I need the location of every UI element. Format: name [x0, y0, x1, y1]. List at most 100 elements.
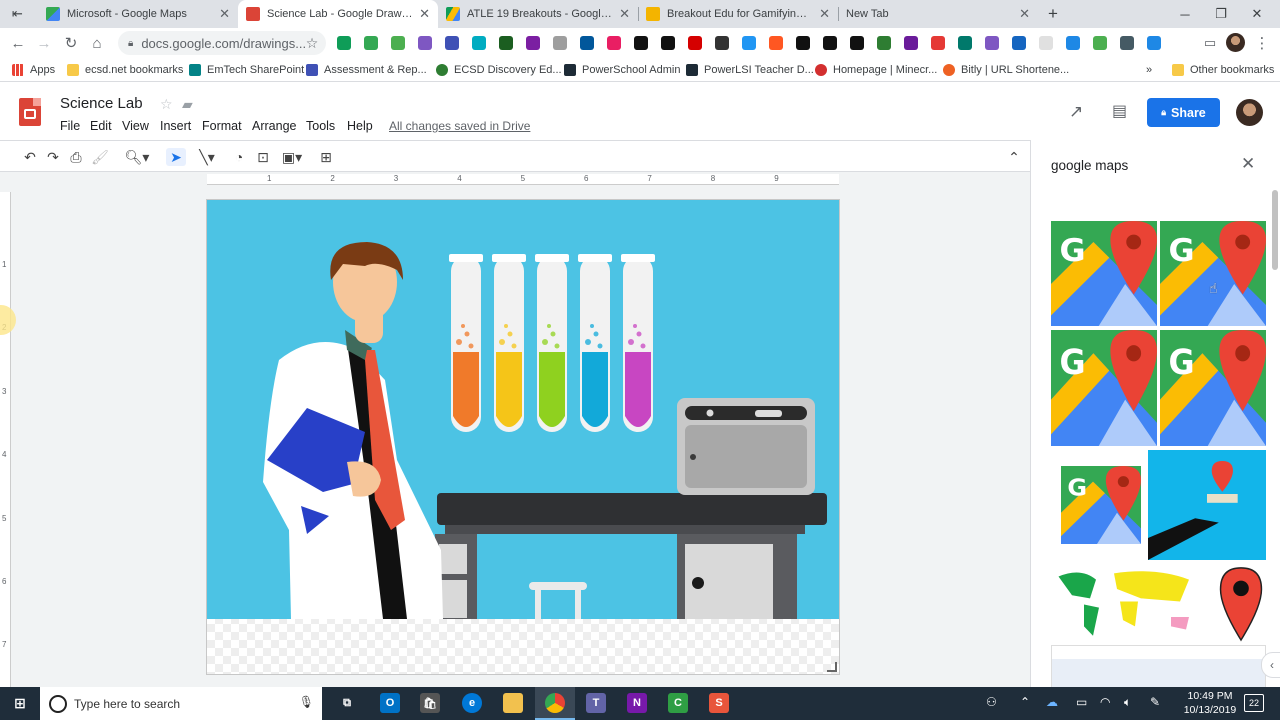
bookmark-powerschool[interactable]: PowerSchool Admin [564, 62, 680, 78]
battery-icon[interactable]: ▭ [1076, 695, 1087, 709]
save-status-link[interactable]: All changes saved in Drive [389, 119, 530, 133]
star-icon[interactable]: ☆ [160, 96, 173, 113]
browser-extension-icon[interactable] [1012, 36, 1026, 50]
browser-extension-icon[interactable] [1120, 36, 1134, 50]
image-button[interactable]: ▣▾ [278, 148, 306, 166]
canvas-workspace[interactable]: 1 2 3 4 5 6 7 8 9 1 2 3 4 5 6 7 [0, 172, 1030, 687]
home-button[interactable]: ⌂ [87, 33, 107, 53]
forward-button[interactable]: → [34, 33, 54, 53]
task-view-button[interactable]: ⧉ [337, 693, 357, 713]
menu-edit[interactable]: Edit [90, 119, 112, 133]
menu-format[interactable]: Format [202, 119, 242, 133]
browser-extension-icon[interactable] [391, 36, 405, 50]
cast-button[interactable]: ▭ [1200, 33, 1220, 53]
browser-extension-icon[interactable] [1093, 36, 1107, 50]
chrome-menu-button[interactable]: ⋮ [1252, 33, 1272, 53]
bookmark-ecsd[interactable]: ecsd.net bookmarks [67, 62, 183, 78]
bookmark-other[interactable]: Other bookmarks [1172, 62, 1274, 78]
browser-extension-icon[interactable] [661, 36, 675, 50]
browser-extension-icon[interactable] [769, 36, 783, 50]
text-box-button[interactable]: ⊡ [254, 148, 272, 166]
tab-science-lab[interactable]: Science Lab - Google Drawings ✕ [238, 0, 438, 28]
tab-atle-breakouts[interactable]: ATLE 19 Breakouts - Google Drive ✕ [438, 0, 638, 28]
close-window-button[interactable]: ✕ [1234, 0, 1280, 28]
tab-new-tab[interactable]: New Tab ✕ [838, 0, 1038, 28]
edge-taskbar-icon[interactable]: e [462, 693, 482, 713]
browser-extension-icon[interactable] [904, 36, 918, 50]
browser-extension-icon[interactable] [418, 36, 432, 50]
menu-arrange[interactable]: Arrange [252, 119, 296, 133]
browser-extension-icon[interactable] [580, 36, 594, 50]
browser-extension-icon[interactable] [823, 36, 837, 50]
science-lab-illustration[interactable] [207, 200, 839, 619]
browser-extension-icon[interactable] [1039, 36, 1053, 50]
google-maps-logo-result[interactable]: G [1051, 221, 1157, 326]
browser-extension-icon[interactable] [553, 36, 567, 50]
chrome-taskbar-icon[interactable] [545, 693, 565, 713]
world-map-result[interactable] [1051, 564, 1201, 642]
url-omnibox[interactable]: 🔒︎ docs.google.com/drawings... [118, 31, 326, 55]
outlook-taskbar-icon[interactable]: O [380, 693, 400, 713]
browser-extension-icon[interactable] [337, 36, 351, 50]
browser-extension-icon[interactable] [526, 36, 540, 50]
onedrive-icon[interactable]: ☁ [1046, 695, 1058, 709]
expand-panel-button[interactable]: ‹ [1261, 652, 1280, 678]
bookmarks-overflow-button[interactable]: » [1146, 62, 1152, 78]
volume-icon[interactable]: 🔈︎ [1124, 695, 1131, 710]
close-tab-icon[interactable]: ✕ [219, 6, 230, 22]
taskbar-search-box[interactable]: Type here to search 🎙︎ [40, 687, 322, 720]
activity-trend-icon[interactable]: ↗ [1069, 102, 1083, 122]
bookmark-assessment[interactable]: Assessment & Rep... [306, 62, 427, 78]
menu-file[interactable]: File [60, 119, 80, 133]
undo-button[interactable]: ↶ [21, 148, 39, 166]
google-maps-logo-result[interactable]: G [1160, 221, 1266, 326]
image-search-query[interactable]: google maps [1051, 158, 1128, 173]
tab-search-button[interactable]: ⇤ [4, 0, 34, 28]
panel-scrollbar[interactable] [1272, 190, 1278, 270]
resize-handle-icon[interactable] [827, 662, 837, 672]
browser-extension-icon[interactable] [715, 36, 729, 50]
share-button[interactable]: 🔒︎ Share [1147, 98, 1220, 127]
browser-extension-icon[interactable] [958, 36, 972, 50]
bookmark-apps[interactable]: Apps [12, 62, 55, 78]
select-tool-button[interactable]: ➤ [166, 148, 186, 166]
new-tab-button[interactable]: + [1040, 0, 1066, 28]
document-title[interactable]: Science Lab [60, 95, 143, 112]
browser-extension-icon[interactable] [445, 36, 459, 50]
tray-chevron-up-icon[interactable]: ⌃ [1020, 695, 1030, 709]
map-screenshot-result[interactable] [1051, 645, 1266, 687]
google-maps-logo-result[interactable]: G [1061, 466, 1141, 544]
menu-insert[interactable]: Insert [160, 119, 191, 133]
microphone-icon[interactable]: 🎙︎ [299, 695, 314, 709]
browser-extension-icon[interactable] [364, 36, 378, 50]
bookmark-minecraft[interactable]: Homepage | Minecr... [815, 62, 937, 78]
browser-extension-icon[interactable] [1147, 36, 1161, 50]
close-tab-icon[interactable]: ✕ [819, 6, 830, 22]
google-maps-logo-result[interactable]: G [1160, 330, 1266, 446]
close-tab-icon[interactable]: ✕ [1019, 6, 1030, 22]
menu-tools[interactable]: Tools [306, 119, 335, 133]
profile-avatar[interactable] [1226, 33, 1245, 52]
horizontal-ruler[interactable]: 1 2 3 4 5 6 7 8 9 [207, 174, 839, 185]
start-button[interactable]: ⊞ [10, 693, 30, 713]
menu-help[interactable]: Help [347, 119, 373, 133]
browser-extension-icon[interactable] [796, 36, 810, 50]
teams-taskbar-icon[interactable]: T [586, 693, 606, 713]
browser-extension-icon[interactable] [931, 36, 945, 50]
shape-tool-button[interactable]: ◔ [230, 148, 248, 166]
back-button[interactable]: ← [8, 33, 28, 53]
browser-extension-icon[interactable] [688, 36, 702, 50]
browser-extension-icon[interactable] [850, 36, 864, 50]
browser-extension-icon[interactable] [499, 36, 513, 50]
bookmark-discovery[interactable]: ECSD Discovery Ed... [436, 62, 562, 78]
system-clock[interactable]: 10:49 PM 10/13/2019 [1180, 689, 1240, 717]
browser-extension-icon[interactable] [634, 36, 648, 50]
file-explorer-taskbar-icon[interactable] [503, 693, 523, 713]
browser-extension-icon[interactable] [472, 36, 486, 50]
user-avatar[interactable] [1236, 99, 1263, 126]
store-taskbar-icon[interactable]: 🛍︎ [420, 693, 440, 713]
people-icon[interactable]: ⚇ [986, 695, 997, 709]
bookmark-powerlsi[interactable]: PowerLSI Teacher D... [686, 62, 814, 78]
onenote-taskbar-icon[interactable]: N [627, 693, 647, 713]
close-tab-icon[interactable]: ✕ [619, 6, 630, 22]
